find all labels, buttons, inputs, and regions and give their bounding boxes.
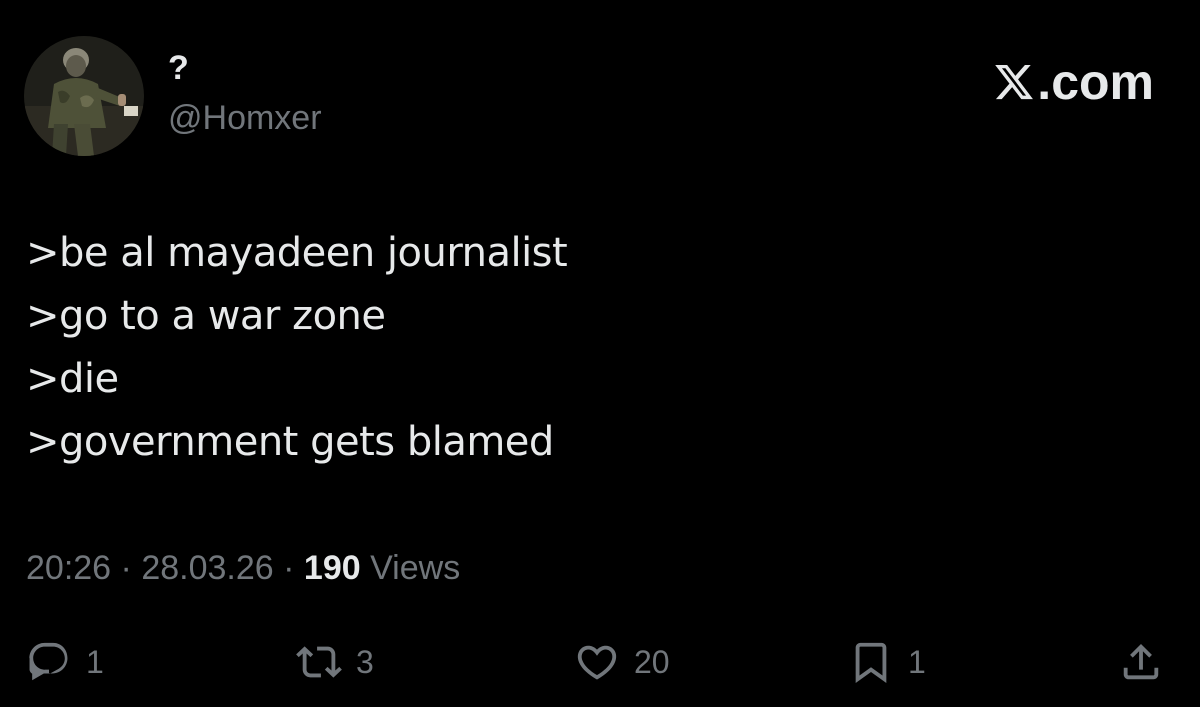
like-count: 20 [634, 643, 670, 680]
tweet-time[interactable]: 20:26 [26, 549, 111, 587]
bookmark-icon [848, 639, 894, 685]
user-handle[interactable]: @Homxer [168, 98, 322, 138]
share-icon [1118, 639, 1164, 685]
tweet-line: >government gets blamed [26, 419, 554, 465]
share-button[interactable] [1118, 632, 1164, 692]
tweet-date[interactable]: 28.03.26 [141, 549, 273, 587]
meta-separator: · [120, 549, 132, 587]
reply-button[interactable]: 1 [26, 632, 104, 692]
tweet-line: >die [26, 356, 119, 402]
tweet-line: >go to a war zone [26, 293, 386, 339]
brand-watermark: .com [993, 54, 1154, 110]
brand-domain: .com [1037, 54, 1154, 110]
retweet-button[interactable]: 3 [296, 632, 374, 692]
like-button[interactable]: 20 [574, 632, 670, 692]
avatar-image [24, 36, 144, 156]
retweet-icon [296, 639, 342, 685]
bookmark-count: 1 [908, 643, 926, 680]
heart-icon [574, 639, 620, 685]
meta-separator: · [283, 549, 295, 587]
tweet-line: >be al mayadeen journalist [26, 230, 568, 276]
views-count: 190 [303, 549, 361, 587]
tweet-meta: 20:26 · 28.03.26 · 190 Views [26, 546, 460, 590]
bookmark-button[interactable]: 1 [848, 632, 926, 692]
tweet-text: >be al mayadeen journalist >go to a war … [26, 222, 568, 474]
views-label: Views [370, 549, 461, 587]
reply-icon [26, 639, 72, 685]
avatar[interactable] [24, 36, 144, 156]
display-name[interactable]: ? [168, 48, 189, 88]
tweet-actions: 1 3 20 1 [0, 632, 1200, 692]
reply-count: 1 [86, 643, 104, 680]
retweet-count: 3 [356, 643, 374, 680]
x-logo-icon [993, 61, 1035, 103]
